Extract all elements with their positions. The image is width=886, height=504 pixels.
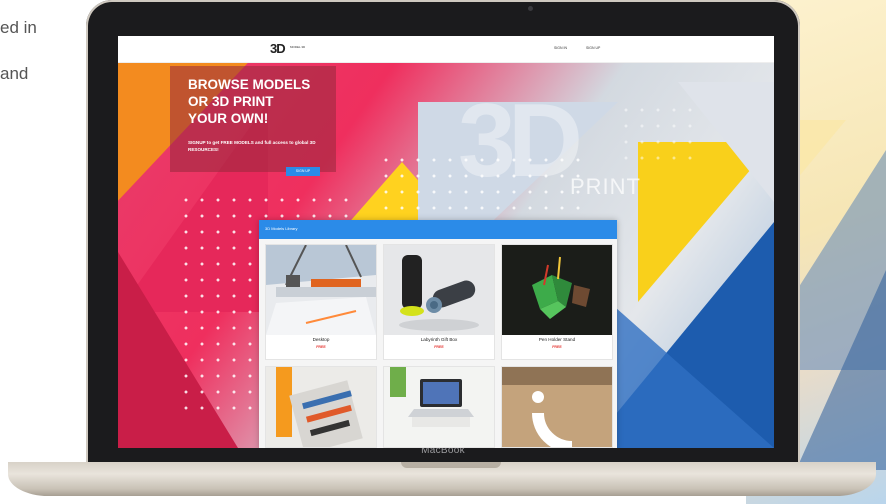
model-price: FREE [316, 345, 326, 349]
hero-title-line-2: OR 3D PRINT [188, 94, 274, 109]
model-card-desktop[interactable]: Desktop FREE [265, 244, 377, 360]
hero-signup-button[interactable]: SIGN UP [286, 167, 320, 176]
side-text-line-1: ed in [0, 18, 37, 37]
model-card-pen-holder-stand[interactable]: Pen Holder Stand FREE [501, 244, 613, 360]
models-library-panel: 3D Models Library Desktop FREE Labyrinth… [259, 220, 617, 448]
laptop-screen: 3D MODEL 3D SIGN IN SIGN UP 3D PRINT BRO… [118, 36, 774, 448]
model-image-labyrinth-gift-box [384, 245, 494, 335]
model-card-row2-2[interactable] [383, 366, 495, 448]
model-name: Pen Holder Stand [538, 337, 576, 342]
model-card-labyrinth-gift-box[interactable]: Labyrinth Gift Box FREE [383, 244, 495, 360]
site-logo[interactable]: 3D [270, 41, 286, 56]
model-card-row2-3[interactable] [501, 366, 613, 448]
hero-title-line-1: BROWSE MODELS [188, 77, 311, 92]
hero-title-line-3: YOUR OWN! [188, 111, 269, 126]
hero-bg-print-word: PRINT [570, 174, 641, 199]
model-image-row2-2 [384, 367, 494, 447]
model-image-row2-1 [266, 367, 376, 447]
model-name: Desktop [312, 337, 330, 342]
model-price: FREE [434, 345, 444, 349]
model-name: Labyrinth Gift Box [420, 337, 458, 342]
laptop-base [8, 462, 876, 496]
model-image-desktop [266, 245, 376, 335]
nav-signup-link[interactable]: SIGN UP [586, 46, 600, 50]
nav-signin-link[interactable]: SIGN IN [554, 46, 567, 50]
camera-icon [528, 6, 533, 11]
hero-subtitle: SIGNUP to get FREE MODELS and full acces… [188, 140, 316, 152]
site-logo-text: MODEL 3D [290, 45, 306, 49]
model-card-row2-1[interactable] [265, 366, 377, 448]
hero-bg-3d-text: 3D [458, 83, 583, 199]
hero-dot-pattern-3 [618, 102, 698, 162]
hero-section: 3D PRINT BROWSE MODELS OR 3D PRINT YOUR … [118, 52, 774, 448]
model-image-pen-holder-stand [502, 245, 612, 335]
site-navbar: 3D MODEL 3D SIGN IN SIGN UP [118, 36, 774, 63]
model-image-row2-3 [502, 367, 612, 447]
library-header: 3D Models Library [259, 220, 617, 239]
library-title: 3D Models Library [265, 226, 298, 231]
model-price: FREE [552, 345, 562, 349]
side-text-line-2: and [0, 64, 29, 83]
hero-shape-blue-2 [598, 292, 774, 448]
hero-title: BROWSE MODELS OR 3D PRINT YOUR OWN! [188, 76, 338, 127]
